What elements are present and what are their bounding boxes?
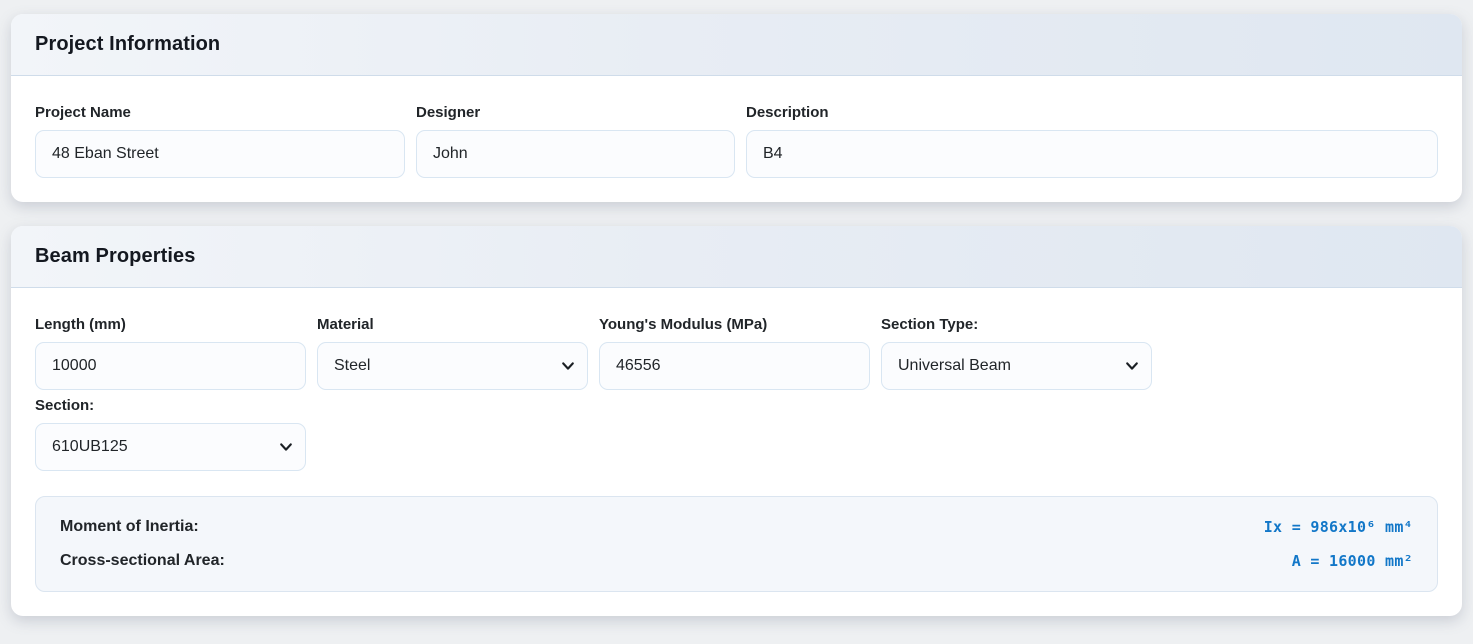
project-name-label: Project Name: [35, 104, 405, 121]
section-label: Section:: [35, 397, 306, 414]
description-field: Description: [746, 104, 1438, 178]
beam-properties-card: Beam Properties Length (mm) Material Ste…: [11, 226, 1462, 616]
material-label: Material: [317, 316, 588, 333]
material-select[interactable]: Steel: [317, 342, 588, 390]
moment-of-inertia-row: Moment of Inertia: Ix = 986x10⁶ mm⁴: [60, 518, 1413, 536]
designer-field: Designer: [416, 104, 735, 178]
beam-properties-title: Beam Properties: [35, 245, 1438, 268]
project-name-input[interactable]: [35, 130, 405, 178]
youngs-modulus-input[interactable]: [599, 342, 870, 390]
youngs-modulus-label: Young's Modulus (MPa): [599, 316, 870, 333]
description-label: Description: [746, 104, 1438, 121]
description-input[interactable]: [746, 130, 1438, 178]
designer-input[interactable]: [416, 130, 735, 178]
length-label: Length (mm): [35, 316, 306, 333]
cross-sectional-area-row: Cross-sectional Area: A = 16000 mm²: [60, 552, 1413, 570]
moment-of-inertia-value: Ix = 986x10⁶ mm⁴: [1264, 518, 1413, 536]
project-information-body: Project Name Designer Description: [11, 76, 1462, 202]
material-field: Material Steel: [317, 316, 588, 390]
section-results-panel: Moment of Inertia: Ix = 986x10⁶ mm⁴ Cros…: [35, 496, 1438, 592]
section-type-select[interactable]: Universal Beam: [881, 342, 1152, 390]
moment-of-inertia-label: Moment of Inertia:: [60, 518, 199, 536]
section-field: Section: 610UB125: [35, 397, 306, 471]
section-select[interactable]: 610UB125: [35, 423, 306, 471]
beam-properties-header: Beam Properties: [11, 226, 1462, 288]
project-information-title: Project Information: [35, 33, 1438, 56]
section-type-label: Section Type:: [881, 316, 1152, 333]
length-field: Length (mm): [35, 316, 306, 390]
designer-label: Designer: [416, 104, 735, 121]
beam-properties-body: Length (mm) Material Steel You: [11, 288, 1462, 616]
section-type-selected-value: Universal Beam: [898, 357, 1011, 375]
cross-sectional-area-value: A = 16000 mm²: [1292, 552, 1413, 570]
section-type-field: Section Type: Universal Beam: [881, 316, 1152, 390]
material-selected-value: Steel: [334, 357, 370, 375]
project-name-field: Project Name: [35, 104, 405, 178]
project-information-header: Project Information: [11, 14, 1462, 76]
length-input[interactable]: [35, 342, 306, 390]
youngs-modulus-field: Young's Modulus (MPa): [599, 316, 870, 390]
cross-sectional-area-label: Cross-sectional Area:: [60, 552, 225, 570]
section-selected-value: 610UB125: [52, 438, 128, 456]
project-information-card: Project Information Project Name Designe…: [11, 14, 1462, 202]
